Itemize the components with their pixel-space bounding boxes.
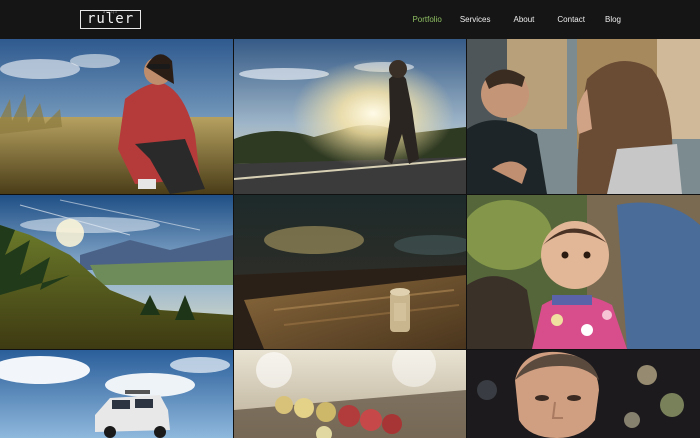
photo-cork-on-table[interactable] bbox=[234, 195, 466, 349]
site-logo[interactable]: design ruler bbox=[80, 10, 142, 29]
portfolio-grid bbox=[0, 39, 700, 438]
photo-man-and-girl-talking[interactable] bbox=[467, 39, 700, 194]
photo-woman-in-grass[interactable] bbox=[0, 39, 233, 194]
nav-item-blog[interactable]: Blog bbox=[605, 15, 621, 24]
nav-item-portfolio[interactable]: Portfolio bbox=[412, 15, 441, 24]
nav-item-about[interactable]: About bbox=[514, 15, 535, 24]
main-nav: Portfolio Services About Contact Blog bbox=[412, 0, 700, 39]
photo-jeep-under-sky[interactable] bbox=[0, 350, 233, 438]
photo-baby-outdoors[interactable] bbox=[467, 195, 700, 349]
nav-item-contact[interactable]: Contact bbox=[557, 15, 585, 24]
photo-food-bokeh[interactable] bbox=[234, 350, 466, 438]
photo-mountain-valley[interactable] bbox=[0, 195, 233, 349]
photo-man-on-road-sunset[interactable] bbox=[234, 39, 466, 194]
top-header: design ruler Portfolio Services About Co… bbox=[0, 0, 700, 39]
logo-small-text: design bbox=[103, 10, 118, 14]
nav-item-services[interactable]: Services bbox=[460, 15, 491, 24]
photo-man-portrait[interactable] bbox=[467, 350, 700, 438]
